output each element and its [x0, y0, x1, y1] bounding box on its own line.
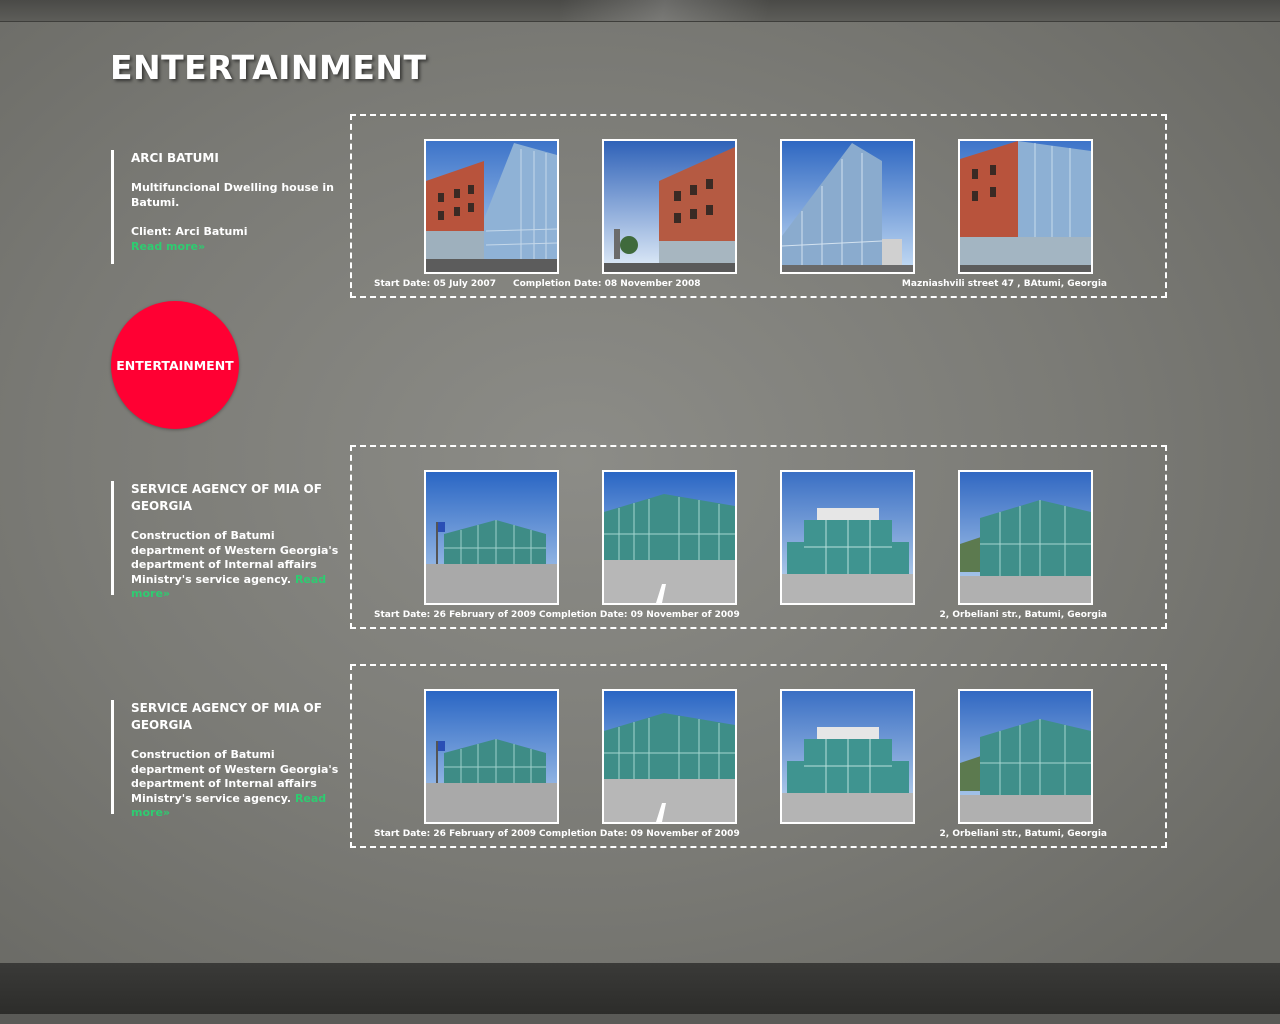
project-title: SERVICE AGENCY OF MIA OF GEORGIA: [131, 482, 322, 513]
project-photo-3[interactable]: [780, 470, 915, 605]
brick-glass-corner-photo: [960, 141, 1091, 272]
project-photo-2[interactable]: [602, 470, 737, 605]
project-dates: Start Date: 26 February of 2009 Completi…: [374, 610, 1107, 622]
project-photo-1[interactable]: [424, 689, 559, 824]
project-info: SERVICE AGENCY OF MIA OF GEORGIA Constru…: [111, 481, 351, 600]
project-photo-2[interactable]: [602, 689, 737, 824]
glass-office-angle-photo: [604, 691, 735, 822]
project-description: Construction of Batumi department of Wes…: [131, 529, 339, 600]
project-photo-1[interactable]: [424, 470, 559, 605]
start-date: Start Date: 26 February of 2009: [374, 829, 537, 839]
project-photo-3[interactable]: [780, 139, 915, 274]
glass-facade-photo: [782, 141, 913, 272]
project-dates: Start Date: 05 July 2007 Completion Date…: [374, 279, 1107, 291]
brick-glass-building-photo: [426, 141, 557, 272]
project-client: Client: Arci Batumi Read more»: [131, 225, 248, 253]
glass-office-flags-photo: [426, 472, 557, 603]
project-dates: Start Date: 26 February of 2009 Completi…: [374, 829, 1107, 841]
start-date: Start Date: 05 July 2007: [374, 279, 496, 289]
top-bar: [0, 0, 1280, 22]
glass-office-corner-photo: [960, 472, 1091, 603]
project-title: ARCI BATUMI: [131, 151, 219, 165]
project-address: 2, Orbeliani str., Batumi, Georgia: [939, 610, 1107, 620]
glass-office-corner-photo: [960, 691, 1091, 822]
photo-gallery: Start Date: 26 February of 2009 Completi…: [350, 445, 1167, 629]
footer-bar: [0, 963, 1280, 1024]
project-title: SERVICE AGENCY OF MIA OF GEORGIA: [131, 701, 322, 732]
photo-gallery: Start Date: 05 July 2007 Completion Date…: [350, 114, 1167, 298]
glass-office-flags-photo: [426, 691, 557, 822]
project-photo-4[interactable]: [958, 689, 1093, 824]
glass-office-front-photo: [782, 472, 913, 603]
project-address: Mazniashvili street 47 , BAtumi, Georgia: [901, 279, 1107, 289]
photo-gallery: Start Date: 26 February of 2009 Completi…: [350, 664, 1167, 848]
project-info: SERVICE AGENCY OF MIA OF GEORGIA Constru…: [111, 700, 351, 819]
brick-building-street-photo: [604, 141, 735, 272]
project-photo-3[interactable]: [780, 689, 915, 824]
read-more-link[interactable]: Read more»: [131, 240, 205, 253]
project-photo-2[interactable]: [602, 139, 737, 274]
project-info: ARCI BATUMI Multifuncional Dwelling hous…: [111, 150, 351, 264]
completion-date: Completion Date: 08 November 2008: [513, 279, 701, 289]
project-photo-4[interactable]: [958, 139, 1093, 274]
project-photo-4[interactable]: [958, 470, 1093, 605]
completion-date: Completion Date: 09 November of 2009: [539, 610, 740, 620]
start-date: Start Date: 26 February of 2009: [374, 610, 537, 620]
glass-office-front-photo: [782, 691, 913, 822]
glass-office-angle-photo: [604, 472, 735, 603]
page-title: ENTERTAINMENT: [110, 48, 427, 87]
project-description: Construction of Batumi department of Wes…: [131, 748, 339, 819]
project-address: 2, Orbeliani str., Batumi, Georgia: [939, 829, 1107, 839]
completion-date: Completion Date: 09 November of 2009: [539, 829, 740, 839]
project-description: Multifuncional Dwelling house in Batumi.: [131, 181, 334, 209]
project-photo-1[interactable]: [424, 139, 559, 274]
category-badge[interactable]: ENTERTAINMENT: [111, 301, 239, 429]
